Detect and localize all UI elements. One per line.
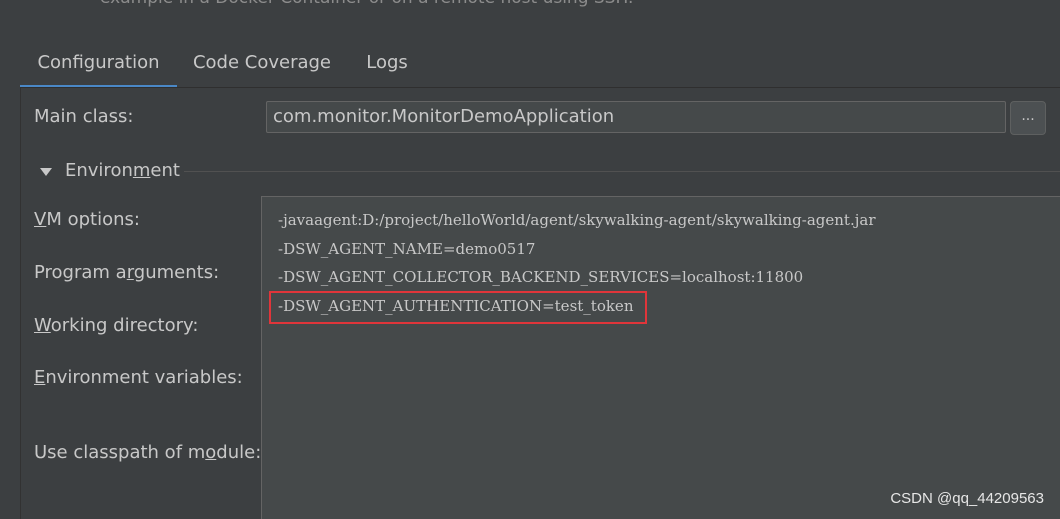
collapse-triangle-icon[interactable]: [40, 168, 52, 176]
environment-divider: [184, 171, 1060, 172]
watermark: CSDN @qq_44209563: [890, 490, 1044, 507]
vm-option-line: -DSW_AGENT_NAME=demo0517: [278, 240, 536, 258]
use-classpath-label: Use classpath of module:: [34, 442, 262, 463]
working-directory-label: Working directory:: [34, 315, 199, 336]
vm-option-line: -DSW_AGENT_COLLECTOR_BACKEND_SERVICES=lo…: [278, 268, 804, 286]
tab-bar-divider: [20, 87, 1060, 88]
environment-section-header[interactable]: Environment: [38, 158, 1060, 184]
environment-section-label: Environment: [65, 160, 180, 181]
panel-description: example in a Docker Container or on a re…: [100, 0, 633, 8]
program-arguments-label: Program arguments:: [34, 262, 220, 283]
tab-logs[interactable]: Logs: [350, 44, 424, 85]
highlight-annotation-box: [269, 291, 647, 324]
vm-options-label: VM options:: [34, 209, 140, 230]
tab-bar: Configuration Code Coverage Logs: [20, 44, 1060, 88]
vm-options-textarea[interactable]: -javaagent:D:/project/helloWorld/agent/s…: [261, 196, 1060, 519]
tab-configuration[interactable]: Configuration: [20, 44, 177, 88]
main-class-label: Main class:: [34, 106, 134, 127]
tab-code-coverage[interactable]: Code Coverage: [188, 44, 336, 85]
vm-option-line: -javaagent:D:/project/helloWorld/agent/s…: [278, 211, 876, 229]
environment-variables-label: Environment variables:: [34, 367, 243, 388]
browse-main-class-button[interactable]: ...: [1010, 101, 1046, 135]
main-class-input[interactable]: com.monitor.MonitorDemoApplication: [266, 101, 1006, 133]
run-configuration-panel: example in a Docker Container or on a re…: [0, 0, 1060, 519]
content-left-border: [20, 88, 21, 519]
